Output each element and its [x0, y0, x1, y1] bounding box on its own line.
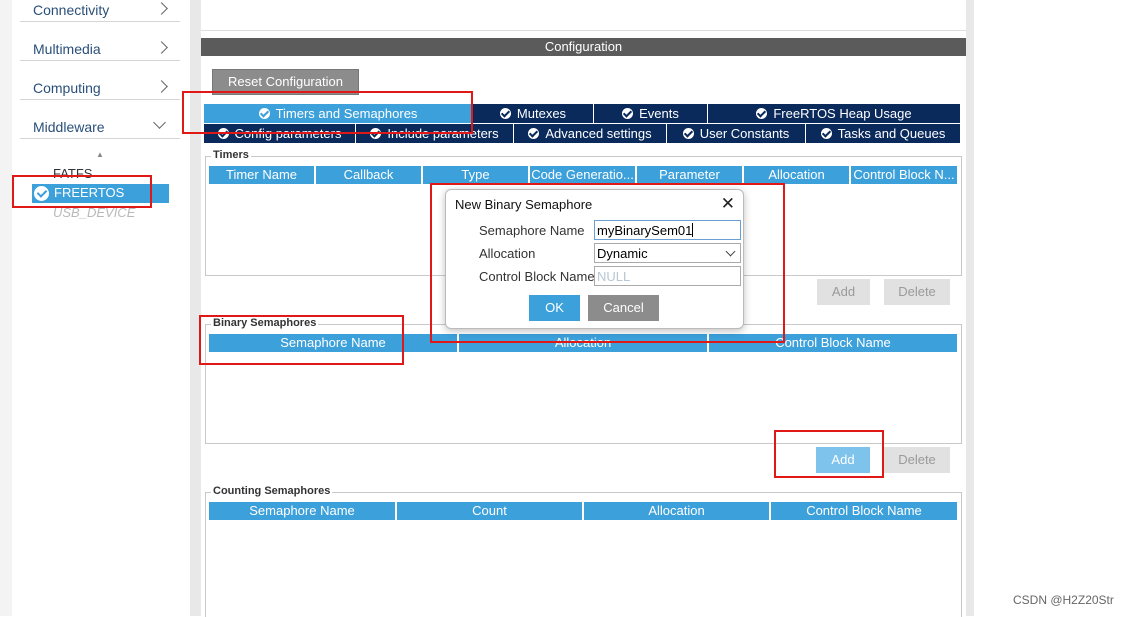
column-header[interactable]: Callback: [316, 166, 423, 184]
tab-label: Events: [639, 106, 679, 121]
chevron-right-icon: [155, 2, 168, 15]
column-header[interactable]: Code Generatio...: [530, 166, 637, 184]
column-header[interactable]: Type: [423, 166, 530, 184]
top-panel: [201, 0, 966, 31]
watermark: CSDN @H2Z20Str: [1013, 593, 1114, 607]
check-icon: [820, 128, 832, 139]
check-icon: [622, 108, 634, 119]
left-edge-strip: [0, 0, 12, 616]
highlight-box-add: [774, 430, 884, 478]
sidebar-category-connectivity[interactable]: Connectivity: [20, 0, 180, 22]
category-label: Multimedia: [33, 41, 101, 57]
timers-add-button[interactable]: Add: [817, 279, 870, 305]
tab-freertos-heap-usage[interactable]: FreeRTOS Heap Usage: [708, 104, 960, 123]
highlight-box-freertos: [12, 175, 152, 208]
group-title: Timers: [211, 149, 251, 161]
check-icon: [682, 128, 694, 139]
sort-icon[interactable]: ▲: [96, 150, 104, 159]
category-label: Middleware: [33, 119, 105, 135]
check-icon: [756, 108, 768, 119]
tab-label: User Constants: [699, 126, 790, 141]
tab-user-constants[interactable]: User Constants: [667, 124, 806, 143]
category-label: Connectivity: [33, 2, 110, 18]
column-header[interactable]: Count: [397, 502, 584, 520]
chevron-right-icon: [155, 41, 168, 54]
column-header[interactable]: Parameter: [637, 166, 744, 184]
tab-label: Tasks and Queues: [837, 126, 946, 141]
tab-label: Advanced settings: [545, 126, 652, 141]
column-header[interactable]: Timer Name: [209, 166, 316, 184]
check-icon: [528, 128, 540, 139]
tab-events[interactable]: Events: [594, 104, 708, 123]
configuration-header: Configuration: [201, 38, 966, 56]
sidebar-category-computing[interactable]: Computing: [20, 61, 180, 100]
highlight-box-binary-semaphores: [199, 315, 404, 365]
right-splitter[interactable]: [966, 0, 974, 616]
column-header[interactable]: Control Block N...: [851, 166, 957, 184]
timers-delete-button[interactable]: Delete: [884, 279, 950, 305]
column-header[interactable]: Allocation: [584, 502, 771, 520]
tab-label: FreeRTOS Heap Usage: [773, 106, 912, 121]
tab-advanced-settings[interactable]: Advanced settings: [514, 124, 667, 143]
column-header[interactable]: Semaphore Name: [209, 502, 397, 520]
highlight-box-dialog: [430, 183, 785, 343]
chevron-right-icon: [155, 80, 168, 93]
binary-semaphores-delete-button[interactable]: Delete: [884, 447, 950, 473]
chevron-down-icon: [153, 116, 166, 129]
group-title: Counting Semaphores: [211, 485, 333, 497]
column-header[interactable]: Control Block Name: [771, 502, 957, 520]
sidebar-category-middleware[interactable]: Middleware: [20, 100, 180, 139]
counting-semaphores-group: Counting Semaphores Semaphore Name Count…: [205, 485, 962, 617]
sidebar-category-multimedia[interactable]: Multimedia: [20, 22, 180, 61]
check-icon: [499, 108, 511, 119]
tab-mutexes[interactable]: Mutexes: [473, 104, 594, 123]
column-header[interactable]: Allocation: [744, 166, 851, 184]
category-label: Computing: [33, 80, 101, 96]
highlight-box-tab: [182, 91, 473, 134]
tab-tasks-and-queues[interactable]: Tasks and Queues: [806, 124, 960, 143]
tab-label: Mutexes: [516, 106, 567, 121]
